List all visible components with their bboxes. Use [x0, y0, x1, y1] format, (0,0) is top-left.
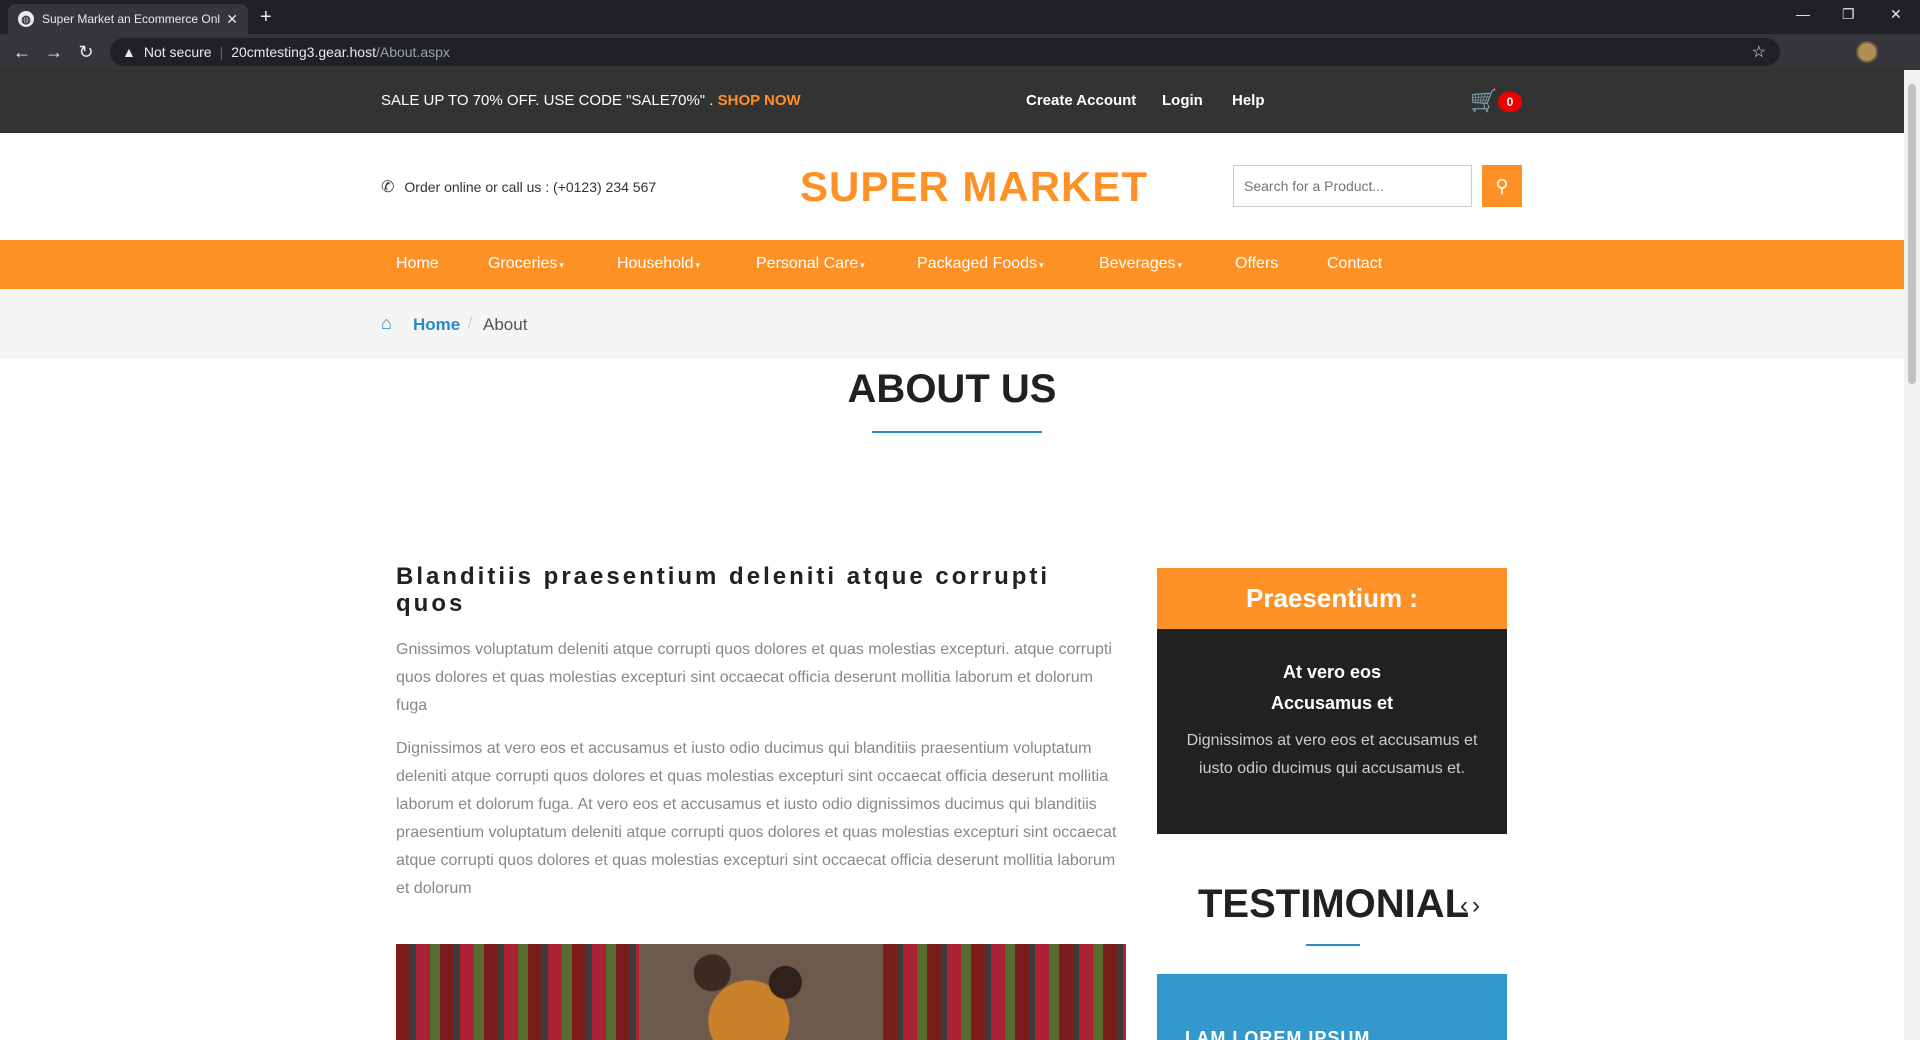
nav-home[interactable]: Home	[396, 255, 439, 273]
testimonial-name: I AM LOREM IPSUM	[1185, 1028, 1371, 1040]
page-scrollbar[interactable]	[1904, 70, 1920, 1040]
shop-now-link[interactable]: SHOP NOW	[718, 92, 801, 109]
nav-household[interactable]: Household ▾	[617, 255, 700, 273]
sidebar-heading: Praesentium :	[1157, 568, 1507, 629]
nav-label: Beverages	[1099, 255, 1176, 272]
phone-icon: ✆	[381, 179, 395, 196]
breadcrumb-home-link[interactable]: Home	[413, 315, 460, 335]
nav-packaged-foods[interactable]: Packaged Foods ▾	[917, 255, 1044, 273]
back-icon[interactable]: ←	[6, 42, 38, 63]
search-icon: ⚲	[1495, 175, 1509, 196]
caret-down-icon: ▾	[1039, 260, 1044, 270]
page-title: ABOUT US	[847, 367, 1057, 411]
phone-text: Order online or call us : (+0123) 234 56…	[404, 179, 657, 195]
promo-text: SALE UP TO 70% OFF. USE CODE "SALE70%" .	[381, 92, 718, 109]
market-photo	[396, 944, 640, 1040]
address-bar: ← → ↻ ▲ Not secure | 20cmtesting3.gear.h…	[0, 34, 1920, 94]
site-header: ✆ Order online or call us : (+0123) 234 …	[0, 133, 1904, 240]
bookmark-star-icon[interactable]: ☆	[1752, 42, 1766, 62]
profile-avatar[interactable]	[1856, 41, 1878, 63]
nav-contact[interactable]: Contact	[1327, 255, 1382, 273]
help-link[interactable]: Help	[1232, 92, 1265, 109]
login-link[interactable]: Login	[1162, 92, 1203, 109]
scrollbar-thumb[interactable]	[1908, 84, 1916, 384]
testimonial-card: I AM LOREM IPSUM	[1157, 974, 1507, 1040]
cart-icon[interactable]: 🛒	[1470, 88, 1497, 114]
url-host: 20cmtesting3.gear.host	[231, 44, 376, 60]
nav-label: Groceries	[488, 255, 558, 272]
chevron-left-icon[interactable]: ‹	[1460, 892, 1472, 919]
reload-icon[interactable]: ↻	[70, 42, 102, 63]
nav-label: Contact	[1327, 255, 1383, 272]
nav-offers[interactable]: Offers	[1235, 255, 1278, 273]
cart-count-badge: 0	[1498, 92, 1522, 112]
caret-down-icon: ▾	[559, 260, 564, 270]
restore-icon[interactable]: ❐	[1842, 6, 1855, 23]
minimize-icon[interactable]: —	[1796, 6, 1810, 22]
spice-photo	[639, 944, 883, 1040]
photo-gallery	[396, 944, 1126, 1040]
globe-icon: ◍	[18, 11, 34, 27]
nav-label: Household	[617, 255, 694, 272]
breadcrumb-current: About	[483, 315, 528, 334]
testimonial-nav: ‹›	[1460, 892, 1484, 920]
window-close-icon[interactable]: ✕	[1890, 6, 1902, 23]
sidebar-subheading-2: Accusamus et	[1270, 693, 1394, 713]
close-icon[interactable]: ✕	[226, 11, 238, 28]
nav-groceries[interactable]: Groceries ▾	[488, 255, 564, 273]
testimonial-underline	[1306, 944, 1360, 946]
article-paragraph-2: Dignissimos at vero eos et accusamus et …	[396, 740, 1117, 897]
url-field[interactable]: ▲ Not secure | 20cmtesting3.gear.host /A…	[110, 38, 1780, 66]
browser-tab-strip: ◍ Super Market an Ecommerce Onl ✕ + — ❐ …	[0, 0, 1920, 34]
breadcrumb: ⌂ Home / About	[0, 289, 1904, 359]
tab-title: Super Market an Ecommerce Onl	[42, 12, 221, 26]
forward-icon[interactable]: →	[38, 42, 70, 63]
nav-label: Packaged Foods	[917, 255, 1038, 272]
caret-down-icon: ▾	[860, 260, 865, 270]
promo-bar: SALE UP TO 70% OFF. USE CODE "SALE70%" .…	[0, 70, 1904, 133]
warning-icon: ▲	[122, 44, 136, 60]
title-underline	[872, 431, 1042, 433]
caret-down-icon: ▾	[1177, 260, 1183, 270]
nav-personal-care[interactable]: Personal Care ▾	[756, 255, 865, 273]
chevron-right-icon[interactable]: ›	[1472, 892, 1484, 919]
market-photo	[882, 944, 1126, 1040]
new-tab-icon[interactable]: +	[260, 6, 272, 29]
home-icon[interactable]: ⌂	[381, 313, 392, 334]
sidebar-text: Dignissimos at vero eos et accusamus et …	[1186, 732, 1478, 777]
nav-label: Home	[396, 255, 439, 272]
url-divider: |	[219, 44, 224, 60]
url-path: /About.aspx	[375, 44, 450, 60]
phone-info: ✆ Order online or call us : (+0123) 234 …	[381, 177, 656, 197]
create-account-link[interactable]: Create Account	[1026, 92, 1136, 109]
web-page: SALE UP TO 70% OFF. USE CODE "SALE70%" .…	[0, 70, 1904, 1040]
search-input[interactable]	[1233, 165, 1472, 207]
security-label: Not secure	[143, 44, 212, 60]
article-paragraph-1: Gnissimos voluptatum deleniti atque corr…	[396, 641, 1112, 714]
search-button[interactable]: ⚲	[1482, 165, 1522, 207]
main-nav: Home Groceries ▾ Household ▾ Personal Care…	[0, 240, 1904, 289]
sidebar-panel: At vero eos Accusamus et Dignissimos at …	[1157, 629, 1507, 834]
nav-label: Personal Care	[756, 255, 859, 272]
nav-label: Offers	[1235, 255, 1279, 272]
caret-down-icon: ▾	[695, 260, 701, 270]
site-logo[interactable]: SUPER MARKET	[800, 163, 1148, 211]
sidebar-subheading-1: At vero eos	[1282, 662, 1382, 682]
promo-message: SALE UP TO 70% OFF. USE CODE "SALE70%" .…	[381, 92, 801, 109]
breadcrumb-separator: /	[468, 315, 473, 332]
nav-beverages[interactable]: Beverages ▾	[1099, 255, 1182, 273]
browser-tab[interactable]: ◍ Super Market an Ecommerce Onl ✕	[8, 4, 248, 34]
testimonial-title: TESTIMONIAL	[1198, 882, 1470, 926]
article-title: Blanditiis praesentium deleniti atque co…	[396, 563, 1051, 617]
